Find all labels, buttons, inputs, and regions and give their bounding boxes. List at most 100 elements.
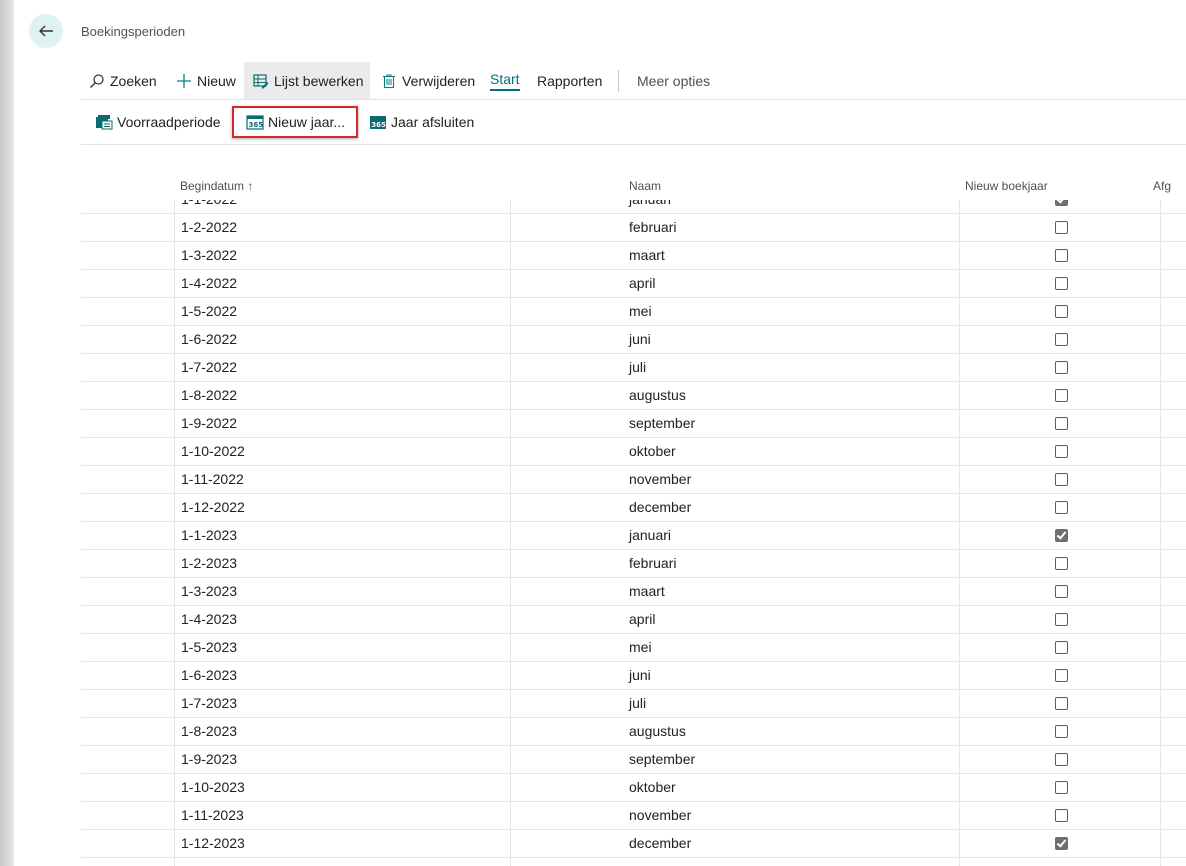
start-date-cell[interactable]: 1-11-2022: [181, 466, 244, 493]
back-button[interactable]: [29, 14, 63, 48]
start-date-cell[interactable]: 1-4-2022: [181, 270, 237, 297]
table-row[interactable]: 1-10-2022 oktober: [81, 438, 1186, 466]
name-cell[interactable]: februari: [629, 550, 676, 577]
column-header-new-fiscal-year[interactable]: Nieuw boekjaar: [965, 179, 1048, 193]
table-row[interactable]: 1-2-2023 februari: [81, 550, 1186, 578]
table-row[interactable]: 1-10-2023 oktober: [81, 774, 1186, 802]
start-date-cell[interactable]: 1-3-2023: [181, 578, 237, 605]
start-date-cell[interactable]: 1-5-2023: [181, 634, 237, 661]
name-cell[interactable]: oktober: [629, 438, 676, 465]
start-date-cell[interactable]: 1-3-2022: [181, 242, 237, 269]
table-row[interactable]: 1-4-2022 april: [81, 270, 1186, 298]
table-row[interactable]: 1-3-2023 maart: [81, 578, 1186, 606]
table-row[interactable]: 1-3-2022 maart: [81, 242, 1186, 270]
table-row[interactable]: 1-8-2023 augustus: [81, 718, 1186, 746]
table-row[interactable]: [81, 858, 1186, 866]
start-date-cell[interactable]: 1-10-2022: [181, 438, 245, 465]
name-cell[interactable]: augustus: [629, 718, 686, 745]
name-cell[interactable]: december: [629, 830, 691, 857]
start-date-cell[interactable]: 1-8-2022: [181, 382, 237, 409]
new-fiscal-year-checkbox[interactable]: [1055, 697, 1068, 710]
search-button[interactable]: Zoeken: [89, 62, 157, 99]
start-date-cell[interactable]: 1-7-2023: [181, 690, 237, 717]
new-fiscal-year-checkbox[interactable]: [1055, 200, 1068, 206]
new-fiscal-year-checkbox[interactable]: [1055, 669, 1068, 682]
column-header-start-date[interactable]: Begindatum ↑: [180, 179, 253, 193]
start-date-cell[interactable]: 1-11-2023: [181, 802, 244, 829]
new-fiscal-year-checkbox[interactable]: [1055, 725, 1068, 738]
new-fiscal-year-checkbox[interactable]: [1055, 781, 1068, 794]
table-row[interactable]: 1-1-2023 januari: [81, 522, 1186, 550]
start-date-cell[interactable]: 1-8-2023: [181, 718, 237, 745]
start-date-cell[interactable]: 1-6-2022: [181, 326, 237, 353]
table-row[interactable]: 1-11-2023 november: [81, 802, 1186, 830]
new-fiscal-year-checkbox[interactable]: [1055, 585, 1068, 598]
new-fiscal-year-checkbox[interactable]: [1055, 501, 1068, 514]
new-fiscal-year-checkbox[interactable]: [1055, 389, 1068, 402]
tab-reports[interactable]: Rapporten: [537, 62, 602, 99]
new-button[interactable]: Nieuw: [176, 62, 236, 99]
table-row[interactable]: 1-8-2022 augustus: [81, 382, 1186, 410]
table-row[interactable]: 1-7-2022 juli: [81, 354, 1186, 382]
table-row[interactable]: 1-6-2022 juni: [81, 326, 1186, 354]
name-cell[interactable]: februari: [629, 214, 676, 241]
new-fiscal-year-checkbox[interactable]: [1055, 417, 1068, 430]
name-cell[interactable]: maart: [629, 578, 665, 605]
name-cell[interactable]: november: [629, 802, 691, 829]
table-row[interactable]: 1-11-2022 november: [81, 466, 1186, 494]
start-date-cell[interactable]: 1-9-2022: [181, 410, 237, 437]
name-cell[interactable]: april: [629, 606, 655, 633]
start-date-cell[interactable]: 1-2-2023: [181, 550, 237, 577]
name-cell[interactable]: januari: [629, 522, 671, 549]
new-fiscal-year-checkbox[interactable]: [1055, 753, 1068, 766]
new-fiscal-year-checkbox[interactable]: [1055, 641, 1068, 654]
name-cell[interactable]: juni: [629, 326, 651, 353]
new-fiscal-year-checkbox[interactable]: [1055, 445, 1068, 458]
start-date-cell[interactable]: 1-4-2023: [181, 606, 237, 633]
table-row[interactable]: 1-5-2023 mei: [81, 634, 1186, 662]
new-fiscal-year-checkbox[interactable]: [1055, 809, 1068, 822]
table-row[interactable]: 1-9-2023 september: [81, 746, 1186, 774]
start-date-cell[interactable]: 1-2-2022: [181, 214, 237, 241]
more-options-button[interactable]: Meer opties: [637, 62, 710, 99]
name-cell[interactable]: september: [629, 746, 695, 773]
name-cell[interactable]: oktober: [629, 774, 676, 801]
name-cell[interactable]: januari: [629, 200, 671, 213]
table-row[interactable]: 1-2-2022 februari: [81, 214, 1186, 242]
name-cell[interactable]: juni: [629, 662, 651, 689]
name-cell[interactable]: mei: [629, 298, 652, 325]
table-row[interactable]: 1-9-2022 september: [81, 410, 1186, 438]
table-row[interactable]: 1-4-2023 april: [81, 606, 1186, 634]
name-cell[interactable]: december: [629, 494, 691, 521]
name-cell[interactable]: september: [629, 410, 695, 437]
table-row[interactable]: 1-12-2023 december: [81, 830, 1186, 858]
new-year-button[interactable]: 365 Nieuw jaar...: [232, 106, 358, 138]
name-cell[interactable]: augustus: [629, 382, 686, 409]
new-fiscal-year-checkbox[interactable]: [1055, 557, 1068, 570]
name-cell[interactable]: juli: [629, 690, 646, 717]
start-date-cell[interactable]: 1-1-2023: [181, 522, 237, 549]
start-date-cell[interactable]: 1-12-2023: [181, 830, 245, 857]
new-fiscal-year-checkbox[interactable]: [1055, 221, 1068, 234]
start-date-cell[interactable]: 1-9-2023: [181, 746, 237, 773]
name-cell[interactable]: maart: [629, 242, 665, 269]
table-row[interactable]: 1-6-2023 juni: [81, 662, 1186, 690]
name-cell[interactable]: november: [629, 466, 691, 493]
name-cell[interactable]: april: [629, 270, 655, 297]
new-fiscal-year-checkbox[interactable]: [1055, 473, 1068, 486]
table-row[interactable]: 1-5-2022 mei: [81, 298, 1186, 326]
close-year-button[interactable]: 365 Jaar afsluiten: [369, 106, 474, 138]
delete-button[interactable]: Verwijderen: [381, 62, 475, 99]
start-date-cell[interactable]: 1-12-2022: [181, 494, 245, 521]
new-fiscal-year-checkbox[interactable]: [1055, 333, 1068, 346]
new-fiscal-year-checkbox[interactable]: [1055, 613, 1068, 626]
table-row[interactable]: 1-1-2022 januari: [81, 200, 1186, 214]
column-header-name[interactable]: Naam: [629, 179, 661, 193]
tab-start[interactable]: Start: [490, 62, 520, 99]
edit-list-button[interactable]: Lijst bewerken: [244, 62, 370, 99]
table-row[interactable]: 1-7-2023 juli: [81, 690, 1186, 718]
new-fiscal-year-checkbox[interactable]: [1055, 837, 1068, 850]
name-cell[interactable]: juli: [629, 354, 646, 381]
new-fiscal-year-checkbox[interactable]: [1055, 361, 1068, 374]
start-date-cell[interactable]: 1-6-2023: [181, 662, 237, 689]
